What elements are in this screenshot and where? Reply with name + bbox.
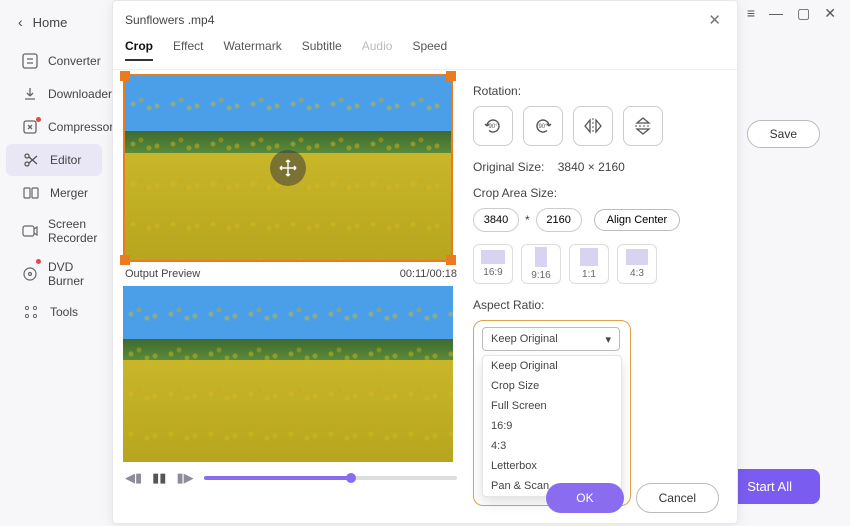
sidebar-item-dvd-burner[interactable]: DVD Burner xyxy=(6,253,102,295)
close-icon[interactable]: ✕ xyxy=(704,9,725,31)
sidebar-item-label: Screen Recorder xyxy=(48,217,97,245)
rotation-label: Rotation: xyxy=(473,84,727,98)
tab-speed[interactable]: Speed xyxy=(412,39,447,61)
pause-button[interactable]: ▮▮ xyxy=(152,470,166,486)
home-nav[interactable]: ‹ Home xyxy=(0,8,108,44)
aspect-option[interactable]: Crop Size xyxy=(483,376,621,396)
svg-text:90°: 90° xyxy=(538,124,548,130)
tab-subtitle[interactable]: Subtitle xyxy=(302,39,342,61)
crop-area-label: Crop Area Size: xyxy=(473,186,727,200)
tab-watermark[interactable]: Watermark xyxy=(223,39,281,61)
move-icon[interactable] xyxy=(270,150,306,186)
merger-icon xyxy=(22,184,40,202)
output-preview xyxy=(123,286,453,462)
play-controls: ◀▮ ▮▮ ▮▶ xyxy=(123,462,459,486)
ratio-4-3[interactable]: 4:3 xyxy=(617,244,657,284)
sidebar-item-tools[interactable]: Tools xyxy=(6,296,102,328)
original-size-value: 3840 × 2160 xyxy=(558,160,625,174)
aspect-ratio-select[interactable]: Keep Original ▾ xyxy=(482,327,620,351)
crop-height-input[interactable] xyxy=(536,208,582,232)
sidebar-item-label: Downloader xyxy=(48,87,112,101)
tab-effect[interactable]: Effect xyxy=(173,39,203,61)
save-button[interactable]: Save xyxy=(747,120,820,148)
timecode: 00:11/00:18 xyxy=(400,268,457,280)
aspect-ratio-selected: Keep Original xyxy=(491,333,558,345)
flip-horizontal-button[interactable] xyxy=(573,106,613,146)
notification-dot-icon xyxy=(36,259,41,264)
flip-vertical-button[interactable] xyxy=(623,106,663,146)
crop-handle-bl[interactable] xyxy=(120,255,130,265)
crop-canvas[interactable] xyxy=(123,74,453,262)
aspect-ratio-label: Aspect Ratio: xyxy=(473,298,727,312)
align-center-button[interactable]: Align Center xyxy=(594,209,681,231)
crop-handle-tl[interactable] xyxy=(120,71,130,81)
sidebar-item-label: Converter xyxy=(48,54,101,68)
aspect-ratio-dropdown: Keep Original Crop Size Full Screen 16:9… xyxy=(482,355,622,497)
sidebar-item-label: Tools xyxy=(50,305,78,319)
sidebar-item-screen-recorder[interactable]: Screen Recorder xyxy=(6,210,102,252)
svg-text:90°: 90° xyxy=(488,124,498,130)
editor-modal: Sunflowers .mp4 ✕ Crop Effect Watermark … xyxy=(112,0,738,524)
aspect-option[interactable]: Keep Original xyxy=(483,356,621,376)
disc-icon xyxy=(22,265,38,283)
sidebar-item-converter[interactable]: Converter xyxy=(6,45,102,77)
chevron-down-icon: ▾ xyxy=(605,333,611,346)
aspect-option[interactable]: Letterbox xyxy=(483,456,621,476)
sidebar-item-editor[interactable]: Editor xyxy=(6,144,102,176)
crop-size-separator: * xyxy=(525,213,530,227)
sidebar-item-label: Editor xyxy=(50,153,81,167)
sidebar-item-label: Compressor xyxy=(48,120,113,134)
ratio-1-1[interactable]: 1:1 xyxy=(569,244,609,284)
tab-crop[interactable]: Crop xyxy=(125,39,153,61)
recorder-icon xyxy=(22,222,38,240)
aspect-option[interactable]: 16:9 xyxy=(483,416,621,436)
sidebar-item-compressor[interactable]: Compressor xyxy=(6,111,102,143)
scissors-icon xyxy=(22,151,40,169)
prev-frame-button[interactable]: ◀▮ xyxy=(125,470,142,486)
modal-title: Sunflowers .mp4 xyxy=(125,13,214,27)
editor-tabs: Crop Effect Watermark Subtitle Audio Spe… xyxy=(113,35,737,70)
home-label: Home xyxy=(33,15,68,30)
tools-icon xyxy=(22,303,40,321)
settings-column: Rotation: 90° 90° Original Size: 3840 × … xyxy=(473,74,727,506)
notification-dot-icon xyxy=(36,117,41,122)
sidebar-item-label: DVD Burner xyxy=(48,260,90,288)
sidebar-item-merger[interactable]: Merger xyxy=(6,177,102,209)
next-frame-button[interactable]: ▮▶ xyxy=(176,470,193,486)
sidebar-item-label: Merger xyxy=(50,186,88,200)
sidebar-item-downloader[interactable]: Downloader xyxy=(6,78,102,110)
download-icon xyxy=(22,85,38,103)
converter-icon xyxy=(22,52,38,70)
ratio-9-16[interactable]: 9:16 xyxy=(521,244,561,284)
ok-button[interactable]: OK xyxy=(546,483,623,513)
output-preview-label: Output Preview xyxy=(125,268,200,280)
chevron-left-icon: ‹ xyxy=(18,14,23,30)
sidebar: ‹ Home Converter Downloader Compressor E… xyxy=(0,0,108,526)
aspect-option[interactable]: 4:3 xyxy=(483,436,621,456)
ratio-16-9[interactable]: 16:9 xyxy=(473,244,513,284)
original-size-label: Original Size: xyxy=(473,160,544,174)
rotate-cw-button[interactable]: 90° xyxy=(523,106,563,146)
aspect-ratio-highlight: Keep Original ▾ Keep Original Crop Size … xyxy=(473,320,631,506)
crop-handle-tr[interactable] xyxy=(446,71,456,81)
crop-width-input[interactable] xyxy=(473,208,519,232)
cancel-button[interactable]: Cancel xyxy=(636,483,719,513)
timeline-thumb[interactable] xyxy=(346,473,356,483)
crop-handle-br[interactable] xyxy=(446,255,456,265)
rotate-ccw-button[interactable]: 90° xyxy=(473,106,513,146)
aspect-option[interactable]: Full Screen xyxy=(483,396,621,416)
tab-audio: Audio xyxy=(362,39,393,61)
preview-column: Output Preview 00:11/00:18 ◀▮ ▮▮ ▮▶ xyxy=(123,74,459,506)
timeline-slider[interactable] xyxy=(204,476,457,480)
